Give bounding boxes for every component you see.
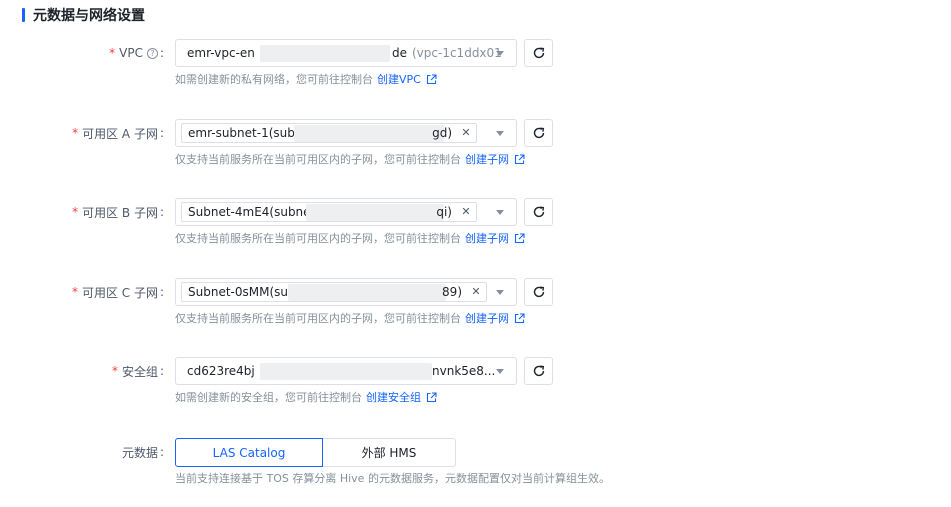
required-mark: * — [109, 46, 116, 60]
subnet-b-tag: Subnet-4mE4(subnet qi) ✕ — [181, 202, 477, 222]
subnet-b-label: * 可用区 B 子网 : — [72, 205, 164, 220]
metadata-option-las-catalog[interactable]: LAS Catalog — [175, 438, 323, 467]
subnet-a-hint: 仅支持当前服务所在当前可用区内的子网，您可前往控制台 创建子网 — [175, 151, 525, 167]
close-icon[interactable]: ✕ — [470, 286, 482, 298]
required-mark: * — [71, 285, 78, 299]
subnet-b-label-text: 可用区 B 子网 — [82, 205, 158, 220]
caret-down-icon[interactable] — [496, 131, 504, 136]
close-icon[interactable]: ✕ — [460, 127, 472, 139]
metadata-label: 元数据 : — [121, 445, 164, 460]
security-group-value-suffix: nvnk5e8... — [432, 364, 496, 378]
external-link-icon[interactable] — [514, 153, 525, 165]
external-link-icon[interactable] — [426, 73, 437, 85]
refresh-icon — [533, 127, 544, 139]
security-group-select[interactable]: cd623re4bj nvnk5e8... — [175, 357, 517, 385]
security-group-hint-text: 如需创建新的安全组，您可前往控制台 — [175, 391, 362, 404]
subnet-a-tag-suffix: gd) — [432, 126, 452, 140]
metadata-segmented-control: LAS Catalog 外部 HMS — [175, 438, 456, 467]
subnet-a-label: * 可用区 A 子网 : — [72, 126, 164, 141]
create-vpc-link[interactable]: 创建VPC — [377, 71, 421, 87]
section-title: 元数据与网络设置 — [33, 8, 145, 24]
metadata-label-text: 元数据 — [121, 445, 158, 460]
metadata-hint: 当前支持连接基于 TOS 存算分离 Hive 的元数据服务，元数据配置仅对当前计… — [175, 470, 610, 486]
security-group-hint: 如需创建新的安全组，您可前往控制台 创建安全组 — [175, 389, 437, 405]
metadata-hint-text: 当前支持连接基于 TOS 存算分离 Hive 的元数据服务，元数据配置仅对当前计… — [175, 472, 610, 485]
subnet-c-label-text: 可用区 C 子网 — [81, 285, 158, 300]
question-circle-icon[interactable]: ? — [146, 47, 158, 59]
caret-down-icon[interactable] — [496, 369, 504, 374]
subnet-c-hint-text: 仅支持当前服务所在当前可用区内的子网，您可前往控制台 — [175, 312, 461, 325]
subnet-c-tag-suffix: 89) — [442, 285, 462, 299]
redacted-mask — [294, 125, 444, 142]
external-link-icon[interactable] — [426, 391, 437, 403]
redacted-mask — [288, 284, 446, 301]
create-subnet-link[interactable]: 创建子网 — [465, 151, 509, 167]
subnet-a-select[interactable]: emr-subnet-1(sub gd) ✕ — [175, 119, 517, 147]
subnet-a-label-text: 可用区 A 子网 — [82, 126, 158, 141]
vpc-value-suffix: de — [392, 46, 407, 60]
caret-down-icon[interactable] — [496, 290, 504, 295]
refresh-icon — [533, 365, 544, 377]
subnet-c-tag-prefix: Subnet-0sMM(sub — [188, 285, 296, 299]
security-group-label-text: 安全组 — [121, 364, 158, 379]
subnet-b-select[interactable]: Subnet-4mE4(subnet qi) ✕ — [175, 198, 517, 226]
metadata-option-external-hms[interactable]: 外部 HMS — [323, 438, 456, 467]
caret-down-icon[interactable] — [496, 210, 504, 215]
vpc-hint: 如需创建新的私有网络，您可前往控制台 创建VPC — [175, 71, 437, 87]
subnet-a-hint-text: 仅支持当前服务所在当前可用区内的子网，您可前往控制台 — [175, 153, 461, 166]
required-mark: * — [72, 205, 79, 219]
subnet-b-tag-prefix: Subnet-4mE4(subnet — [188, 205, 316, 219]
required-mark: * — [111, 364, 118, 378]
subnet-b-hint: 仅支持当前服务所在当前可用区内的子网，您可前往控制台 创建子网 — [175, 230, 525, 246]
vpc-label: * VPC ? : — [109, 46, 164, 60]
subnet-c-tag: Subnet-0sMM(sub 89) ✕ — [181, 282, 487, 302]
vpc-refresh-button[interactable] — [524, 39, 553, 67]
create-subnet-link[interactable]: 创建子网 — [465, 310, 509, 326]
subnet-a-tag-prefix: emr-subnet-1(sub — [188, 126, 295, 140]
create-subnet-link[interactable]: 创建子网 — [465, 230, 509, 246]
security-group-label: * 安全组 : — [111, 364, 164, 379]
security-group-refresh-button[interactable] — [524, 357, 553, 385]
subnet-b-refresh-button[interactable] — [524, 198, 553, 226]
vpc-hint-text: 如需创建新的私有网络，您可前往控制台 — [175, 73, 373, 86]
section-accent-bar — [22, 8, 25, 22]
close-icon[interactable]: ✕ — [460, 206, 472, 218]
subnet-b-tag-suffix: qi) — [436, 205, 452, 219]
subnet-c-label: * 可用区 C 子网 : — [71, 285, 164, 300]
redacted-mask — [260, 45, 390, 62]
security-group-value-prefix: cd623re4bj — [187, 364, 255, 378]
create-security-group-link[interactable]: 创建安全组 — [366, 389, 421, 405]
section-header: 元数据与网络设置 — [22, 6, 145, 24]
refresh-icon — [533, 206, 544, 218]
vpc-select[interactable]: emr-vpc-en de (vpc-1c1ddx01 — [175, 39, 517, 67]
vpc-value-prefix: emr-vpc-en — [187, 46, 255, 60]
subnet-c-refresh-button[interactable] — [524, 278, 553, 306]
vpc-value-id: (vpc-1c1ddx01 — [412, 46, 502, 60]
external-link-icon[interactable] — [514, 232, 525, 244]
external-link-icon[interactable] — [514, 312, 525, 324]
redacted-mask — [306, 204, 444, 221]
subnet-a-tag: emr-subnet-1(sub gd) ✕ — [181, 123, 477, 143]
required-mark: * — [72, 126, 79, 140]
caret-down-icon[interactable] — [496, 51, 504, 56]
subnet-c-hint: 仅支持当前服务所在当前可用区内的子网，您可前往控制台 创建子网 — [175, 310, 525, 326]
subnet-b-hint-text: 仅支持当前服务所在当前可用区内的子网，您可前往控制台 — [175, 232, 461, 245]
subnet-c-select[interactable]: Subnet-0sMM(sub 89) ✕ — [175, 278, 517, 306]
refresh-icon — [533, 286, 544, 298]
redacted-mask — [260, 363, 432, 380]
subnet-a-refresh-button[interactable] — [524, 119, 553, 147]
refresh-icon — [533, 47, 544, 59]
vpc-label-text: VPC — [119, 46, 143, 60]
